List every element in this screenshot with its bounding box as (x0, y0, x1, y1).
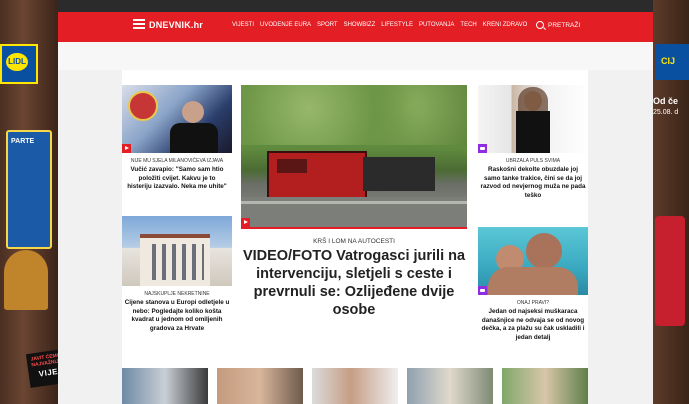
video-icon (241, 218, 250, 227)
main-nav: VIJESTI UVODENJE EURA SPORT SHOWBIZZ LIF… (232, 22, 527, 28)
article-headline[interactable]: Jedan od najseksi muškaraca današnjice n… (480, 308, 586, 342)
left-ad-product-label: PARTE (11, 138, 35, 145)
article-image-woman[interactable] (478, 85, 588, 153)
hamburger-menu-icon[interactable] (133, 19, 145, 29)
person-head-2 (526, 233, 562, 269)
site-logo[interactable]: DNEVNIK.hr (149, 20, 203, 30)
left-ad-product-2[interactable] (4, 250, 48, 310)
main-article-accent (241, 227, 467, 229)
bottom-article-thumb[interactable] (122, 368, 208, 404)
right-ad-logo[interactable]: CIJ (655, 44, 689, 80)
person-suit (170, 123, 218, 153)
left-ad-product[interactable]: PARTE (6, 130, 52, 249)
article-image-vucic[interactable] (122, 85, 232, 153)
article-image-building[interactable] (122, 216, 232, 286)
nav-item-vijesti[interactable]: VIJESTI (232, 22, 254, 28)
gallery-icon (478, 286, 487, 295)
right-ad-logo-text: CIJ (661, 56, 676, 66)
person-head (182, 101, 204, 123)
trees (241, 85, 467, 145)
article-headline[interactable]: Vučić zavapio: "Samo sam htio položiti c… (126, 166, 228, 192)
gallery-icon (478, 144, 487, 153)
nav-item-kreni-zdravo[interactable]: KRENI ZDRAVO (483, 22, 528, 28)
search-label: PRETRAŽI (548, 21, 581, 29)
right-ad-headline: Od če (653, 96, 679, 106)
article-kicker: NIJE MU SJELA MILANOVIĆEVA IZJAVA (130, 158, 224, 164)
bottom-article-thumb[interactable] (312, 368, 398, 404)
article-headline[interactable]: Raskošni dekolte obuzdale joj samo tanke… (480, 166, 586, 200)
main-article-image[interactable] (241, 85, 467, 227)
person-body (488, 267, 578, 295)
bottom-article-thumb[interactable] (407, 368, 493, 404)
nav-item-sport[interactable]: SPORT (317, 22, 338, 28)
nav-item-putovanja[interactable]: PUTOVANJA (419, 22, 454, 28)
bottom-article-thumb[interactable] (217, 368, 303, 404)
fire-truck-window (277, 159, 307, 173)
search-button[interactable]: PRETRAŽI (536, 21, 580, 29)
guardrail (241, 201, 467, 204)
video-icon (122, 144, 131, 153)
building-windows (146, 244, 204, 280)
article-headline[interactable]: Cijene stanova u Europi odletjele u nebo… (124, 299, 230, 333)
article-kicker: UBRZALA PULS SVIMA (505, 158, 561, 164)
top-banner-slot (58, 42, 653, 70)
article-kicker: ONAJ PRAVI? (516, 300, 550, 306)
nav-item-lifestyle[interactable]: LIFESTYLE (381, 22, 413, 28)
search-icon (536, 21, 544, 29)
main-article-kicker: KRŠ I LOM NA AUTOCESTI (313, 238, 395, 245)
right-ad-product[interactable] (655, 216, 685, 326)
article-kicker: NAJSKUPLJE NEKRETNINE (144, 291, 210, 297)
top-navigation-bar: DNEVNIK.hr VIJESTI UVODENJE EURA SPORT S… (58, 12, 653, 42)
nav-item-tech[interactable]: TECH (460, 22, 476, 28)
lidl-logo[interactable]: LIDL (0, 44, 38, 84)
overturned-vehicle (363, 157, 435, 191)
nav-item-showbizz[interactable]: SHOWBIZZ (344, 22, 376, 28)
bottom-article-thumb[interactable] (502, 368, 588, 404)
article-image-pool[interactable] (478, 227, 588, 295)
coat-of-arms (128, 91, 158, 121)
right-ad-date: 25.08. d (653, 109, 679, 116)
main-article-headline[interactable]: VIDEO/FOTO Vatrogasci jurili na interven… (241, 247, 467, 319)
lidl-logo-text: LIDL (6, 53, 28, 71)
nav-item-uvodenje-eura[interactable]: UVODENJE EURA (260, 22, 311, 28)
right-ad-text[interactable]: Od če 25.08. d (653, 96, 689, 118)
dress (516, 111, 550, 153)
